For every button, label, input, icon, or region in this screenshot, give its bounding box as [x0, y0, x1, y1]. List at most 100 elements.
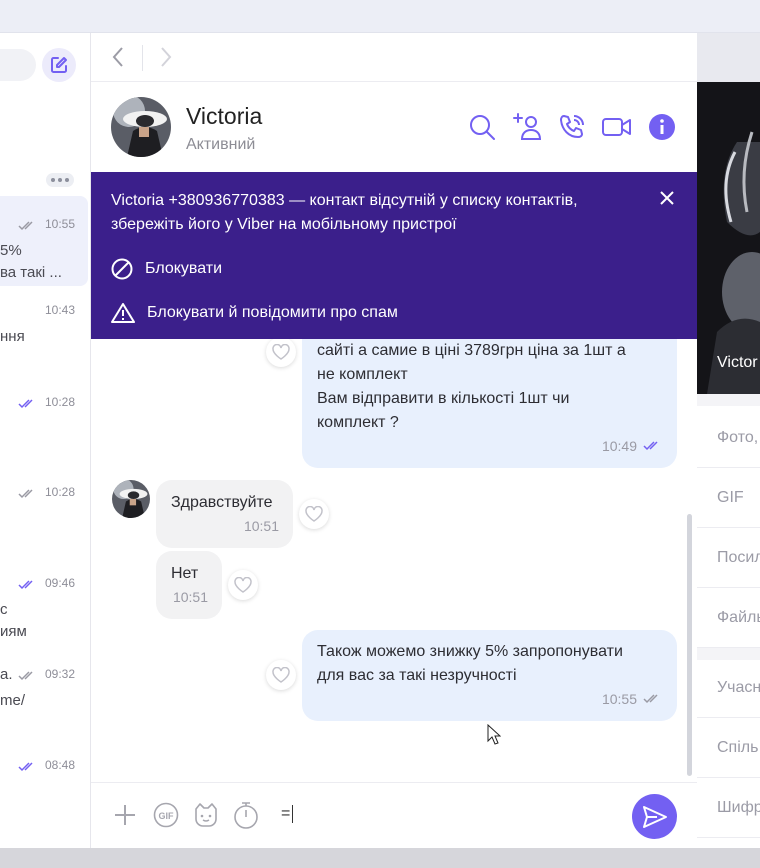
sticker-icon: [195, 803, 217, 827]
navigation-bar: [91, 33, 697, 82]
search-button[interactable]: [467, 112, 497, 142]
panel-item[interactable]: Файлы: [697, 588, 760, 648]
panel-item[interactable]: Спіль: [697, 718, 760, 778]
like-button[interactable]: [266, 660, 296, 690]
avatar[interactable]: [111, 97, 171, 157]
add-user-icon: [513, 113, 542, 140]
call-button[interactable]: [557, 112, 587, 142]
close-icon: [660, 191, 674, 205]
banner-text: Victoria +380936770383 — контакт відсутн…: [111, 192, 578, 233]
panel-item[interactable]: GIF: [697, 468, 760, 528]
send-button[interactable]: [632, 794, 677, 839]
chat-time: 10:28: [44, 485, 75, 499]
window-top-bar: [0, 0, 760, 33]
message-text: Також можемо знижку 5% запропонувати для…: [317, 643, 623, 684]
more-options-button[interactable]: [46, 173, 74, 187]
chat-list-item[interactable]: 10:28: [0, 376, 88, 466]
chat-time: 08:48: [44, 758, 75, 772]
panel-item[interactable]: Шифр: [697, 778, 760, 838]
block-button[interactable]: Блокувати: [111, 256, 222, 282]
message-time: 10:55: [601, 691, 637, 707]
like-button[interactable]: [228, 570, 258, 600]
mouse-cursor-icon: [487, 724, 501, 745]
unknown-contact-banner: Victoria +380936770383 — контакт відсутн…: [91, 172, 697, 339]
search-icon: [470, 115, 495, 140]
block-icon: [111, 258, 133, 280]
like-button[interactable]: [299, 499, 329, 529]
send-icon: [642, 805, 667, 828]
message-meta: 10:49: [602, 434, 663, 458]
add-participant-button[interactable]: [512, 112, 542, 142]
message-composer: GIF =: [91, 782, 697, 848]
back-button[interactable]: [105, 43, 131, 71]
chat-time: 09:32: [44, 667, 75, 681]
chat-preview-line: а.: [0, 666, 13, 683]
chevron-right-icon: [161, 47, 172, 67]
read-receipt-icon: [643, 441, 658, 451]
message-time: 10:51: [172, 589, 208, 605]
contact-photo: Victor: [697, 82, 760, 394]
heart-icon: [272, 667, 290, 683]
contact-name: Victoria: [186, 103, 263, 129]
gif-button[interactable]: GIF: [152, 801, 180, 829]
message-bubble-outgoing[interactable]: сайті а самие в ціні 3789грн ціна за 1шт…: [302, 339, 677, 468]
message-bubble-incoming[interactable]: Нет 10:51: [156, 551, 222, 619]
chat-list-sidebar: 10:55 5% ва такі ... 10:43 ння 10:28 10:…: [0, 33, 91, 848]
gif-icon: GIF: [153, 802, 179, 828]
chat-preview-line: 5%: [0, 242, 22, 259]
chat-preview-line: ння: [0, 328, 25, 345]
chat-list-item[interactable]: 09:32 а. me/: [0, 646, 88, 736]
divider: [142, 45, 143, 71]
message-time: 10:49: [601, 438, 637, 454]
sender-avatar[interactable]: [112, 480, 150, 518]
plus-icon: [115, 805, 135, 825]
message-meta: 10:51: [244, 514, 279, 538]
message-list[interactable]: сайті а самие в ціні 3789грн ціна за 1шт…: [91, 339, 697, 782]
compose-button[interactable]: [42, 48, 76, 82]
panel-item[interactable]: Фото,: [697, 408, 760, 468]
read-gray-icon: [18, 487, 38, 499]
video-icon: [602, 118, 631, 136]
attach-button[interactable]: [111, 801, 139, 829]
block-report-spam-button[interactable]: Блокувати й повідомити про спам: [111, 300, 398, 326]
timer-button[interactable]: [232, 801, 260, 829]
chat-time: 10:43: [44, 303, 75, 317]
chat-list-item[interactable]: 10:55 5% ва такі ...: [0, 196, 88, 286]
contact-status: Активний: [186, 136, 256, 153]
chat-preview-line: иям: [0, 623, 27, 640]
chat-list-item[interactable]: 10:28: [0, 466, 88, 556]
chat-preview-line: ва такі ...: [0, 264, 62, 281]
taskbar: [0, 848, 760, 868]
chat-list-item[interactable]: 10:43 ння: [0, 286, 88, 376]
chat-list-item[interactable]: 09:46 с иям: [0, 556, 88, 646]
panel-contact-name: Victor: [717, 354, 758, 371]
panel-item[interactable]: Учасн: [697, 658, 760, 718]
forward-button[interactable]: [153, 43, 179, 71]
info-icon: [649, 114, 675, 140]
block-label: Блокувати: [145, 260, 223, 277]
video-call-button[interactable]: [602, 112, 632, 142]
delivered-receipt-icon: [643, 694, 658, 704]
chat-time: 10:28: [44, 395, 75, 409]
info-button[interactable]: [647, 112, 677, 142]
chat-list-item[interactable]: 08:48: [0, 736, 88, 826]
svg-text:GIF: GIF: [159, 811, 175, 821]
block-report-spam-label: Блокувати й повідомити про спам: [147, 304, 398, 321]
search-field[interactable]: [0, 49, 36, 81]
timer-icon: [234, 802, 258, 829]
panel-item[interactable]: Посил: [697, 528, 760, 588]
read-gray-icon: [18, 669, 38, 681]
chat-header: Victoria Активний: [91, 82, 697, 172]
message-bubble-outgoing[interactable]: Також можемо знижку 5% запропонувати для…: [302, 630, 677, 721]
message-text: Здравствуйте: [171, 494, 273, 511]
chat-preview-line: с: [0, 601, 8, 618]
chat-preview-line: me/: [0, 692, 26, 709]
divider: [697, 394, 760, 406]
sticker-button[interactable]: [192, 801, 220, 829]
message-input[interactable]: =: [281, 805, 294, 823]
scrollbar[interactable]: [687, 514, 692, 776]
message-bubble-incoming[interactable]: Здравствуйте 10:51: [156, 480, 293, 548]
message-text: сайті а самие в ціні 3789грн ціна за 1шт…: [317, 342, 626, 431]
like-button[interactable]: [266, 339, 296, 367]
close-banner-button[interactable]: [655, 186, 679, 210]
